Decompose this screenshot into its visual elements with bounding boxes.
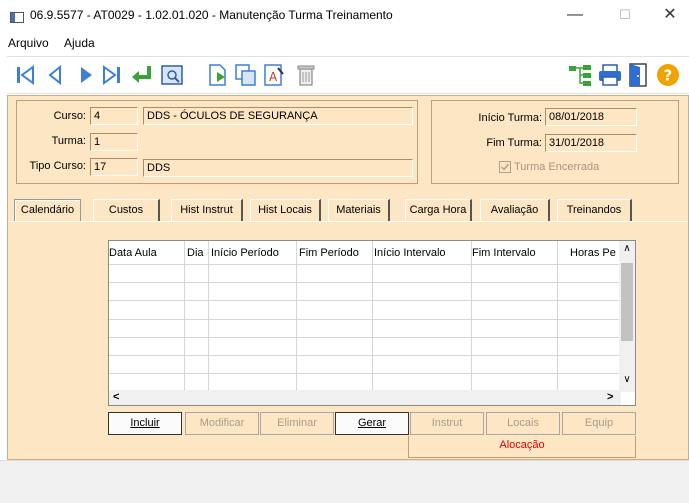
horizontal-scrollbar[interactable]: < >	[109, 390, 621, 405]
alocacao-label: Alocação	[408, 436, 636, 458]
vertical-scroll-thumb[interactable]	[621, 263, 633, 341]
instrut-button[interactable]: Instrut	[410, 412, 484, 435]
zoom-icon[interactable]	[159, 62, 185, 88]
gerar-label: Gerar	[357, 417, 387, 429]
first-record-icon[interactable]	[13, 62, 39, 88]
inicio-turma-label: Início Turma:	[478, 112, 542, 124]
table-row	[109, 337, 621, 338]
scroll-down-button[interactable]: ∨	[621, 374, 633, 385]
title-bar: 06.9.5577 - AT0029 - 1.02.01.020 - Manut…	[0, 0, 689, 32]
col-inicio-intervalo[interactable]: Início Intervalo	[374, 247, 446, 259]
col-dia[interactable]: Dia	[187, 247, 204, 259]
svg-text:?: ?	[664, 67, 673, 85]
help-icon[interactable]: ?	[655, 62, 681, 88]
gerar-button[interactable]: Gerar	[335, 412, 409, 435]
fim-turma-field[interactable]: 31/01/2018	[545, 134, 637, 152]
return-icon[interactable]	[129, 62, 155, 88]
table-row	[109, 264, 621, 265]
app-icon	[10, 12, 24, 23]
eliminar-button[interactable]: Eliminar	[260, 412, 334, 435]
col-fim-intervalo[interactable]: Fim Intervalo	[472, 247, 536, 259]
tab-hist-locais[interactable]: Hist Locais	[250, 199, 321, 221]
tab-treinandos[interactable]: Treinandos	[557, 199, 632, 221]
table-row	[109, 373, 621, 374]
inicio-turma-field[interactable]: 08/01/2018	[545, 108, 637, 126]
tab-materiais[interactable]: Materiais	[328, 199, 390, 221]
col-data-aula[interactable]: Data Aula	[109, 247, 157, 259]
col-inicio-periodo[interactable]: Início Período	[211, 247, 279, 259]
curso-label: Curso:	[53, 110, 86, 122]
maximize-button[interactable]: ☐	[605, 2, 645, 30]
tab-hist-instrut[interactable]: Hist Instrut	[171, 199, 243, 221]
incluir-button[interactable]: Incluir	[108, 412, 182, 435]
table-row	[109, 355, 621, 356]
scroll-up-button[interactable]: ∧	[621, 243, 633, 254]
window-title: 06.9.5577 - AT0029 - 1.02.01.020 - Manut…	[30, 8, 393, 22]
vertical-scrollbar[interactable]: ∧ ∨	[619, 241, 635, 392]
turma-field[interactable]: 1	[90, 133, 138, 151]
menu-ajuda[interactable]: Ajuda	[64, 36, 95, 50]
copy-icon[interactable]	[233, 62, 259, 88]
col-fim-periodo[interactable]: Fim Período	[299, 247, 359, 259]
tab-calendario[interactable]: Calendário	[14, 199, 81, 221]
toolbar: A ?	[7, 56, 689, 94]
tipo-curso-label: Tipo Curso:	[29, 160, 86, 172]
new-document-icon[interactable]	[205, 62, 231, 88]
tipo-curso-code-field[interactable]: 17	[90, 158, 138, 176]
locais-button[interactable]: Locais	[486, 412, 560, 435]
tab-strip-divider	[8, 221, 688, 222]
table-row	[109, 282, 621, 283]
turma-encerrada-label: Turma Encerrada	[514, 161, 600, 173]
previous-record-icon[interactable]	[43, 62, 69, 88]
turma-encerrada-checkbox[interactable]	[499, 161, 511, 173]
next-record-icon[interactable]	[73, 62, 99, 88]
incluir-label: Incluir	[130, 417, 160, 429]
modificar-button[interactable]: Modificar	[185, 412, 259, 435]
curso-code-field[interactable]: 4	[90, 107, 138, 125]
status-bar	[0, 460, 689, 503]
fim-turma-label: Fim Turma:	[486, 137, 542, 149]
svg-text:A: A	[269, 70, 278, 84]
menu-bar: Arquivo Ajuda	[0, 32, 689, 54]
menu-arquivo[interactable]: Arquivo	[8, 36, 49, 50]
close-button[interactable]: ✕	[650, 2, 689, 30]
edit-icon[interactable]: A	[261, 62, 287, 88]
col-horas-periodo[interactable]: Horas Pe	[570, 247, 616, 259]
delete-icon[interactable]	[293, 62, 319, 88]
print-icon[interactable]	[597, 62, 623, 88]
tab-avaliacao[interactable]: Avaliação	[480, 199, 550, 221]
curso-description-field: DDS - ÓCULOS DE SEGURANÇA	[143, 107, 413, 125]
table-row	[109, 319, 621, 320]
exit-door-icon[interactable]	[625, 62, 651, 88]
tree-structure-icon[interactable]	[567, 62, 593, 88]
table-row	[109, 300, 621, 301]
turma-label: Turma:	[51, 135, 86, 147]
equip-button[interactable]: Equip	[562, 412, 636, 435]
scroll-right-button[interactable]: >	[607, 391, 613, 403]
tab-carga-hora[interactable]: Carga Hora	[405, 199, 472, 221]
minimize-button[interactable]: —	[555, 2, 595, 30]
last-record-icon[interactable]	[99, 62, 125, 88]
scroll-left-button[interactable]: <	[113, 391, 119, 403]
calendar-grid[interactable]: Data Aula Dia Início Período Fim Período…	[108, 240, 636, 406]
tab-custos[interactable]: Custos	[93, 199, 160, 221]
tipo-curso-description-field: DDS	[143, 159, 413, 177]
